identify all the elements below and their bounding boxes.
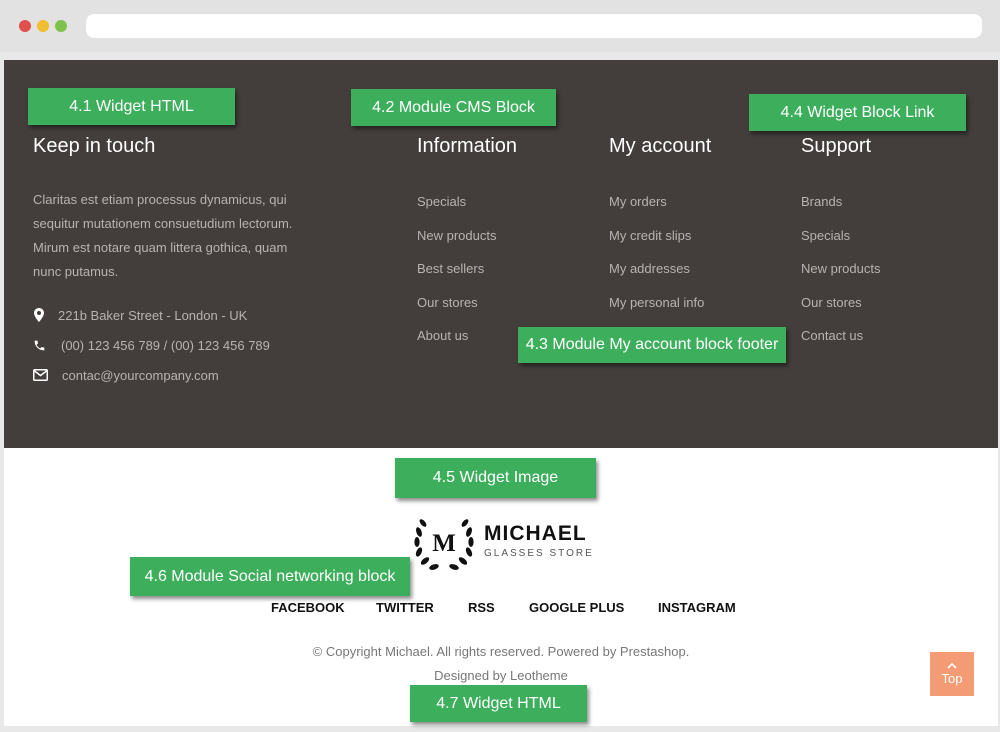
map-marker-icon bbox=[32, 308, 46, 322]
envelope-icon bbox=[32, 368, 48, 382]
window-maximize-dot[interactable] bbox=[55, 20, 67, 32]
information-link-our-stores[interactable]: Our stores bbox=[417, 294, 496, 328]
support-link-brands[interactable]: Brands bbox=[801, 193, 880, 227]
browser-chrome bbox=[0, 0, 1000, 52]
my-account-links: My orders My credit slips My addresses M… bbox=[609, 193, 704, 327]
information-heading: Information bbox=[417, 135, 518, 157]
support-links: Brands Specials New products Our stores … bbox=[801, 193, 880, 361]
support-link-new-products[interactable]: New products bbox=[801, 260, 880, 294]
contact-phone: (00) 123 456 789 / (00) 123 456 789 bbox=[32, 335, 270, 355]
support-link-specials[interactable]: Specials bbox=[801, 227, 880, 261]
account-link-my-orders[interactable]: My orders bbox=[609, 193, 704, 227]
contact-email: contac@yourcompany.com bbox=[32, 365, 219, 385]
phone-icon bbox=[32, 338, 46, 352]
badge-module-cms-block: 4.2 Module CMS Block bbox=[351, 89, 556, 126]
account-link-personal-info[interactable]: My personal info bbox=[609, 294, 704, 328]
badge-widget-html-top: 4.1 Widget HTML bbox=[28, 88, 235, 125]
social-link-twitter[interactable]: TWITTER bbox=[376, 600, 434, 615]
badge-widget-image: 4.5 Widget Image bbox=[395, 458, 596, 498]
window-minimize-dot[interactable] bbox=[37, 20, 49, 32]
email-link[interactable]: contac@yourcompany.com bbox=[62, 368, 219, 383]
designed-by-link[interactable]: Designed by Leotheme bbox=[4, 668, 998, 684]
about-text: Claritas est etiam processus dynamicus, … bbox=[33, 192, 293, 279]
keep-in-touch-heading: Keep in touch bbox=[33, 135, 156, 157]
my-account-heading: My account bbox=[609, 135, 712, 157]
address-text: 221b Baker Street - London - UK bbox=[58, 307, 248, 323]
store-logo[interactable]: M MICHAEL GLASSES STORE bbox=[410, 512, 594, 572]
badge-widget-block-link: 4.4 Widget Block Link bbox=[749, 94, 966, 131]
logo-name: MICHAEL bbox=[484, 522, 587, 545]
social-link-instagram[interactable]: INSTAGRAM bbox=[658, 600, 736, 615]
information-link-best-sellers[interactable]: Best sellers bbox=[417, 260, 496, 294]
page: Keep in touch Claritas est etiam process… bbox=[4, 60, 998, 726]
address-bar[interactable] bbox=[86, 14, 982, 38]
information-link-new-products[interactable]: New products bbox=[417, 227, 496, 261]
phone-text: (00) 123 456 789 / (00) 123 456 789 bbox=[61, 337, 270, 353]
information-link-specials[interactable]: Specials bbox=[417, 193, 496, 227]
logo-text: MICHAEL GLASSES STORE bbox=[484, 523, 594, 561]
laurel-emblem-icon: M bbox=[414, 519, 474, 570]
window-close-dot[interactable] bbox=[19, 20, 31, 32]
logo-subtitle: GLASSES STORE bbox=[484, 548, 594, 559]
support-link-contact-us[interactable]: Contact us bbox=[801, 327, 880, 361]
social-link-google-plus[interactable]: GOOGLE PLUS bbox=[529, 600, 624, 615]
account-link-credit-slips[interactable]: My credit slips bbox=[609, 227, 704, 261]
support-link-our-stores[interactable]: Our stores bbox=[801, 294, 880, 328]
badge-my-account-block-footer: 4.3 Module My account block footer bbox=[518, 327, 786, 363]
contact-address: 221b Baker Street - London - UK bbox=[32, 305, 247, 325]
information-link-about-us[interactable]: About us bbox=[417, 327, 496, 361]
badge-social-networking-block: 4.6 Module Social networking block bbox=[130, 557, 410, 596]
support-heading: Support bbox=[801, 135, 872, 157]
back-to-top-button[interactable]: Top bbox=[930, 652, 974, 696]
account-link-addresses[interactable]: My addresses bbox=[609, 260, 704, 294]
social-link-facebook[interactable]: FACEBOOK bbox=[271, 600, 345, 615]
logo-initial: M bbox=[432, 530, 456, 557]
copyright-text: © Copyright Michael. All rights reserved… bbox=[312, 644, 690, 659]
badge-widget-html-bottom: 4.7 Widget HTML bbox=[410, 685, 587, 722]
back-to-top-label: Top bbox=[941, 671, 963, 686]
information-links: Specials New products Best sellers Our s… bbox=[417, 193, 496, 361]
social-link-rss[interactable]: RSS bbox=[468, 600, 495, 615]
